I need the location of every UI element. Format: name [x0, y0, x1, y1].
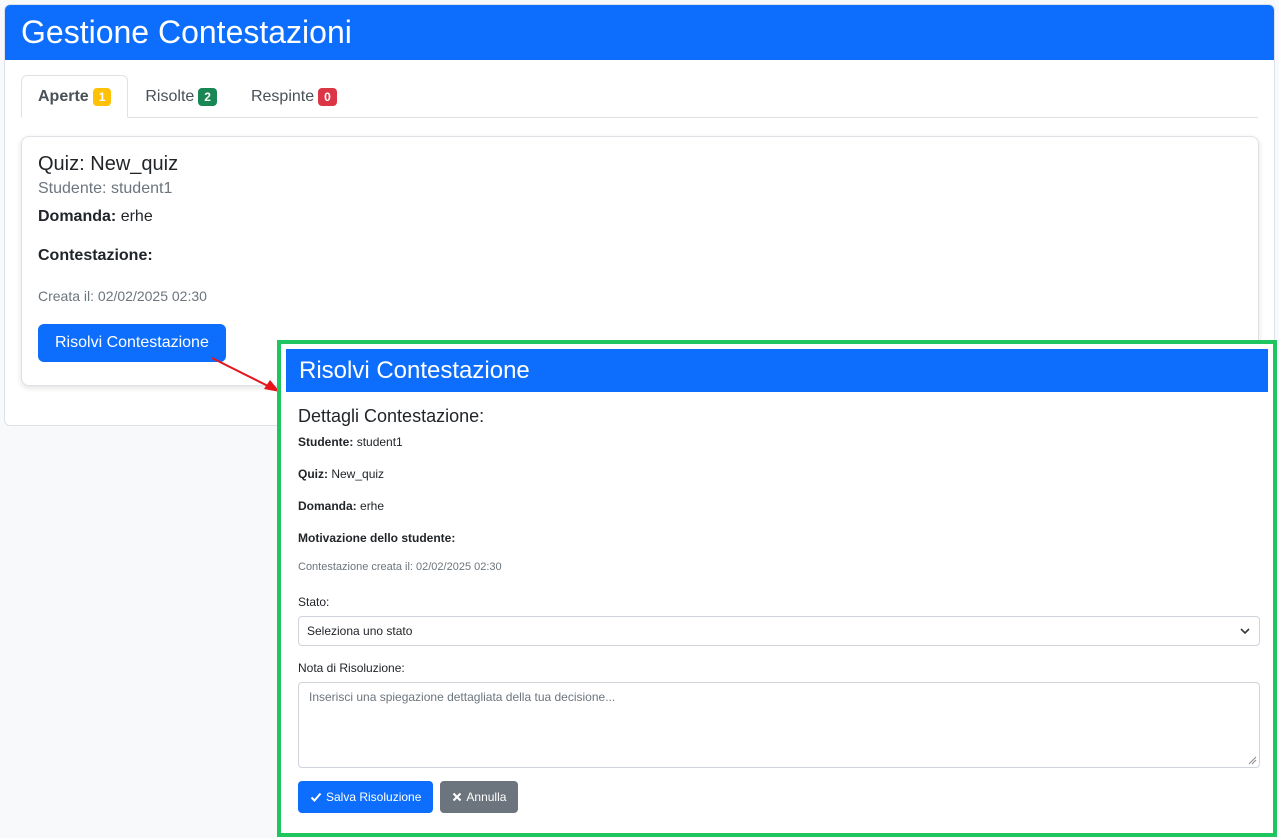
- resolution-note-textarea[interactable]: Inserisci una spiegazione dettagliata de…: [298, 682, 1260, 768]
- cancel-label: Annulla: [466, 790, 507, 804]
- chevron-down-icon: [1240, 628, 1250, 635]
- detail-student: Studente: student1: [298, 435, 1260, 449]
- motivation-label: Motivazione dello studente:: [298, 531, 456, 545]
- count-badge: 2: [198, 87, 217, 106]
- detail-created: Contestazione creata il: 02/02/2025 02:3…: [298, 561, 502, 573]
- modal-title: Risolvi Contestazione: [299, 356, 530, 384]
- detail-quiz: Quiz: New_quiz: [298, 467, 1260, 481]
- annotation-arrow: [211, 357, 280, 392]
- note-label: Nota di Risoluzione:: [298, 661, 405, 675]
- student-value: student1: [356, 435, 403, 449]
- status-select[interactable]: Seleziona uno stato: [298, 616, 1260, 646]
- question-value: erhe: [360, 499, 385, 513]
- student-prefix: Studente:: [38, 180, 111, 197]
- save-resolution-label: Salva Risoluzione: [326, 790, 422, 804]
- tab-risolte[interactable]: Risolte 2: [128, 75, 234, 118]
- resize-grip-icon[interactable]: [1247, 755, 1257, 765]
- tab-respinte[interactable]: Respinte 0: [234, 75, 354, 118]
- tab-label: Aperte: [38, 87, 89, 105]
- dispute-label: Contestazione:: [38, 247, 153, 264]
- question-label: Domanda:: [38, 208, 117, 225]
- dispute-question: Domanda: erhe: [38, 208, 1242, 226]
- detail-question: Domanda: erhe: [298, 499, 1260, 513]
- resolve-modal: Risolvi Contestazione Dettagli Contestaz…: [277, 340, 1277, 837]
- count-badge: 0: [318, 87, 337, 106]
- note-placeholder: Inserisci una spiegazione dettagliata de…: [309, 690, 616, 704]
- dispute-reason: Contestazione:: [38, 247, 1242, 265]
- status-label: Stato:: [298, 595, 330, 609]
- tab-label: Risolte: [145, 87, 195, 105]
- student-name: student1: [110, 180, 173, 197]
- status-select-value: Seleziona uno stato: [307, 624, 413, 638]
- quiz-prefix: Quiz:: [38, 153, 91, 175]
- check-icon: [310, 792, 322, 802]
- modal-actions: Salva Risoluzione Annulla: [298, 781, 1260, 813]
- question-label: Domanda:: [298, 499, 357, 513]
- tab-aperte[interactable]: Aperte 1: [21, 75, 129, 118]
- detail-motivation: Motivazione dello studente:: [298, 531, 1260, 545]
- dispute-created: Creata il: 02/02/2025 02:30: [38, 288, 207, 304]
- dispute-quiz-title: Quiz: New_quiz: [38, 153, 1242, 176]
- quiz-value: New_quiz: [331, 467, 385, 481]
- modal-header: Risolvi Contestazione: [286, 349, 1268, 392]
- quiz-label: Quiz:: [298, 467, 328, 481]
- cancel-button[interactable]: Annulla: [440, 781, 519, 813]
- quiz-name: New_quiz: [90, 153, 179, 175]
- student-label: Studente:: [298, 435, 354, 449]
- page-title: Gestione Contestazioni: [21, 14, 352, 50]
- question-value: erhe: [120, 208, 153, 225]
- page-header: Gestione Contestazioni: [5, 5, 1274, 60]
- tabs: Aperte 1 Risolte 2 Respinte 0: [21, 75, 1258, 118]
- times-icon: [453, 792, 462, 802]
- resolve-dispute-button[interactable]: Risolvi Contestazione: [38, 324, 226, 362]
- dispute-student: Studente: student1: [38, 180, 1242, 198]
- page: Gestione Contestazioni Aperte 1 Risolte …: [0, 0, 1279, 838]
- save-resolution-button[interactable]: Salva Risoluzione: [298, 781, 434, 813]
- tab-label: Respinte: [250, 87, 315, 105]
- count-badge: 1: [92, 87, 112, 106]
- details-title: Dettagli Contestazione:: [298, 406, 485, 426]
- modal-body: Dettagli Contestazione: Studente: studen…: [298, 406, 1260, 813]
